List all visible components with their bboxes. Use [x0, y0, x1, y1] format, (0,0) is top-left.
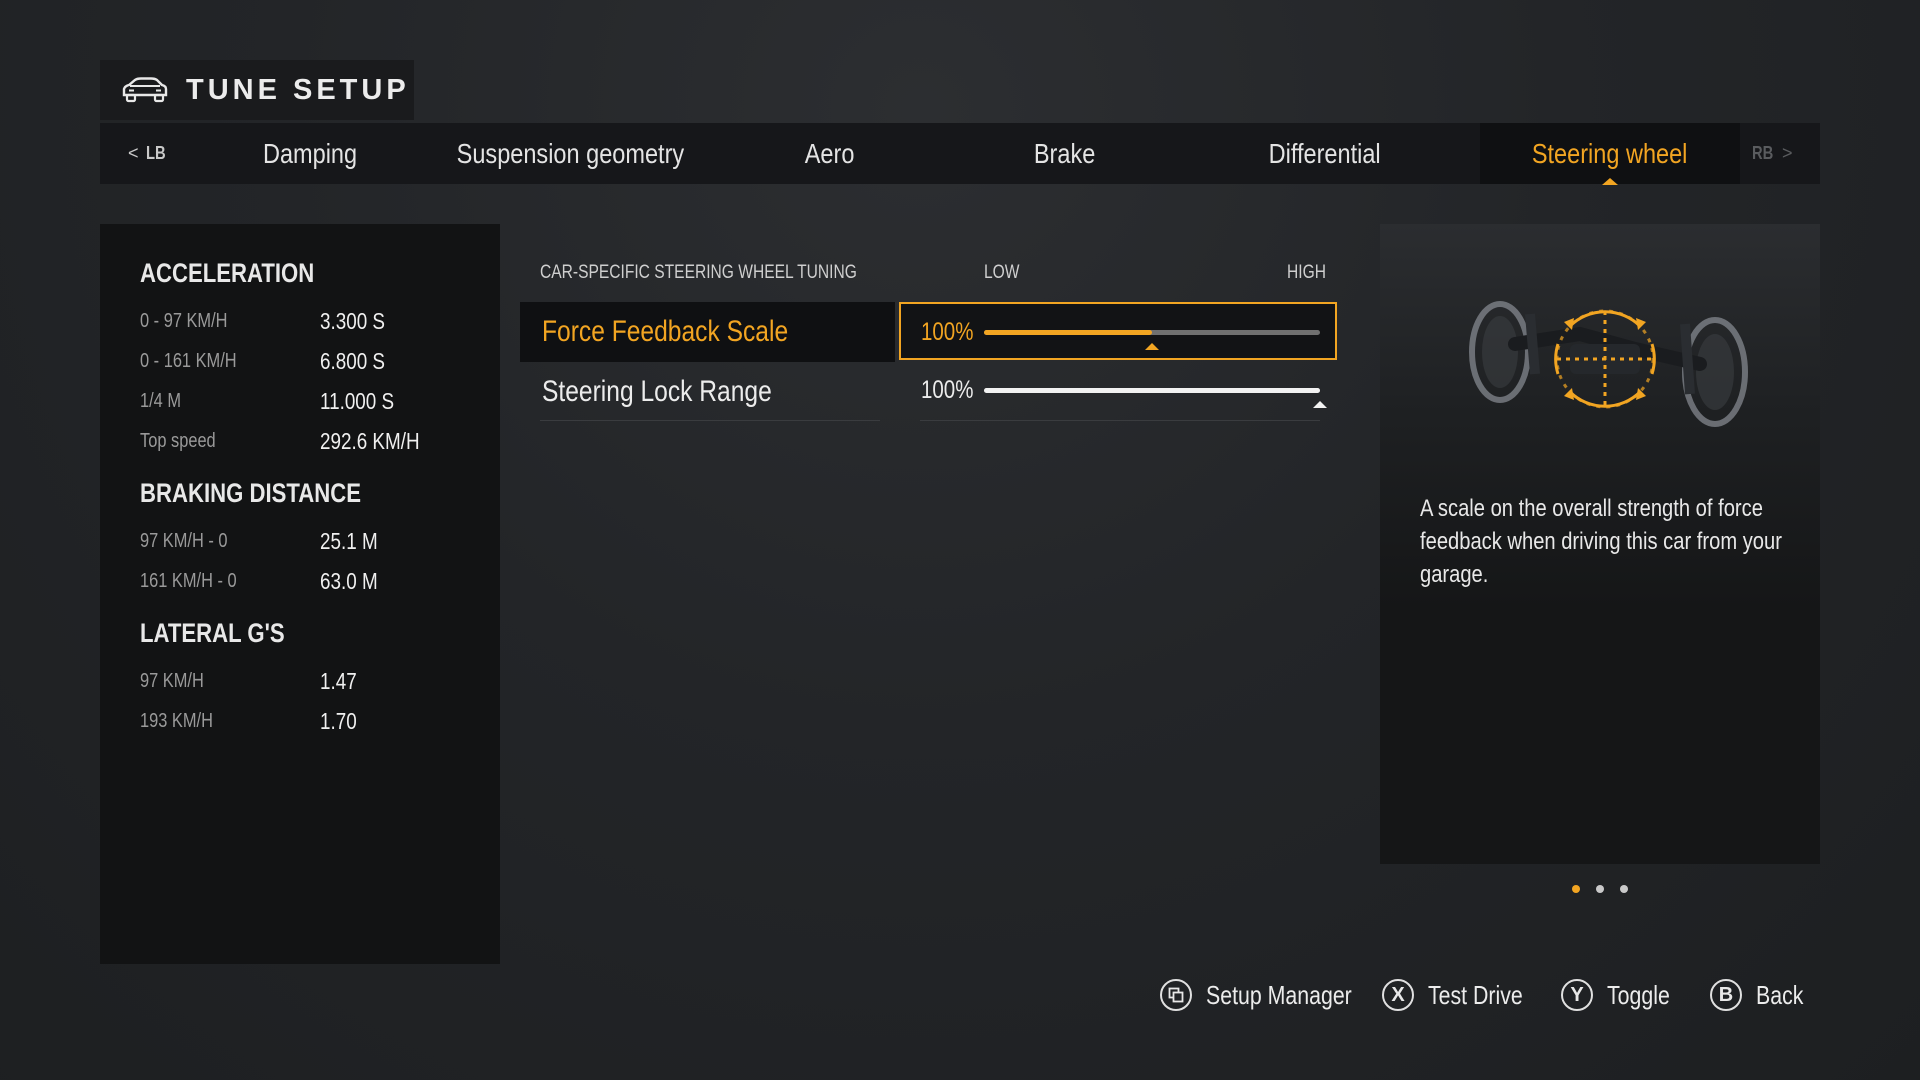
tab-brake[interactable]: Brake — [935, 123, 1195, 184]
page-title: TUNE SETUP — [186, 73, 410, 106]
tab-label: Brake — [1034, 137, 1096, 169]
stat-label: 161 KM/H - 0 — [140, 570, 237, 592]
setting-description: A scale on the overall strength of force… — [1420, 495, 1782, 588]
setting-label: Force Feedback Scale — [542, 315, 789, 348]
braking-distance-title: BRAKING DISTANCE — [140, 478, 361, 508]
row-divider — [540, 420, 880, 421]
force-feedback-slider-box[interactable]: 100% — [899, 302, 1337, 360]
stat-label: 1/4 M — [140, 390, 182, 412]
chevron-left-icon: < — [128, 143, 139, 163]
stat-value: 25.1 M — [320, 528, 378, 554]
y-button-icon: Y — [1561, 979, 1593, 1011]
stat-value: 6.800 S — [320, 348, 386, 374]
high-label: HIGH — [1287, 262, 1326, 283]
slider-fill — [984, 330, 1152, 335]
tab-label: Damping — [262, 137, 358, 169]
performance-stats-panel: ACCELERATION 0 - 97 KM/H 3.300 S 0 - 161… — [100, 224, 500, 964]
tab-suspension-geometry[interactable]: Suspension geometry — [415, 123, 725, 184]
x-button-icon: X — [1382, 979, 1414, 1011]
slider-fill — [984, 388, 1320, 393]
tab-label: Steering wheel — [1532, 137, 1688, 169]
tab-aero[interactable]: Aero — [725, 123, 935, 184]
tab-damping[interactable]: Damping — [205, 123, 415, 184]
stat-label: Top speed — [140, 430, 216, 452]
button-label: Test Drive — [1428, 979, 1523, 1010]
low-label: LOW — [984, 262, 1020, 283]
tab-label: Suspension geometry — [456, 137, 684, 169]
back-button[interactable]: B Back — [1710, 975, 1814, 1015]
rb-label: RB — [1752, 143, 1774, 163]
tuning-section-title: CAR-SPECIFIC STEERING WHEEL TUNING — [540, 262, 857, 283]
force-feedback-scale-row[interactable]: Force Feedback Scale — [520, 302, 895, 362]
stat-value: 3.300 S — [320, 308, 386, 334]
stat-value: 63.0 M — [320, 568, 378, 594]
stat-label: 0 - 97 KM/H — [140, 310, 228, 332]
tab-label: Differential — [1268, 137, 1381, 169]
info-panel: A scale on the overall strength of force… — [1380, 224, 1820, 864]
page-indicator-dot — [1596, 885, 1604, 893]
tab-label: Aero — [805, 137, 855, 169]
steering-lock-slider-box[interactable]: 100% — [901, 362, 1337, 420]
steering-lock-range-row[interactable]: Steering Lock Range — [520, 362, 880, 420]
tab-differential[interactable]: Differential — [1195, 123, 1455, 184]
slider-marker[interactable] — [1145, 343, 1159, 350]
lb-label: LB — [145, 143, 166, 163]
stat-label: 97 KM/H - 0 — [140, 530, 228, 552]
steering-suspension-illustration — [1469, 301, 1748, 427]
b-button-icon: B — [1710, 979, 1742, 1011]
stat-value: 1.70 — [320, 708, 357, 734]
car-icon — [122, 77, 168, 103]
setting-label: Steering Lock Range — [542, 375, 772, 408]
page-indicator-dot-active — [1572, 885, 1580, 893]
prev-tab-bumper[interactable]: < LB — [128, 123, 170, 184]
stat-value: 1.47 — [320, 668, 357, 694]
test-drive-button[interactable]: X Test Drive — [1382, 975, 1544, 1015]
stat-value: 11.000 S — [320, 388, 395, 414]
page-title-box: TUNE SETUP — [100, 60, 414, 120]
acceleration-title: ACCELERATION — [140, 258, 315, 288]
slider-value: 100% — [921, 318, 974, 346]
toggle-button[interactable]: Y Toggle — [1561, 975, 1684, 1015]
button-label: Setup Manager — [1206, 979, 1352, 1010]
next-tab-bumper[interactable]: RB > — [1752, 123, 1793, 184]
tab-bar: < LB Damping Suspension geometry Aero Br… — [100, 123, 1820, 185]
stat-label: 97 KM/H — [140, 670, 204, 692]
page-indicator-dot — [1620, 885, 1628, 893]
tab-steering-wheel[interactable]: Steering wheel — [1480, 123, 1740, 185]
setup-manager-icon — [1160, 979, 1192, 1011]
stat-label: 193 KM/H — [140, 710, 213, 732]
row-divider — [920, 420, 1320, 421]
lateral-gs-title: LATERAL G'S — [140, 618, 285, 648]
slider-marker[interactable] — [1313, 401, 1327, 408]
setup-manager-button[interactable]: Setup Manager — [1160, 975, 1384, 1015]
button-label: Toggle — [1607, 979, 1670, 1010]
button-label: Back — [1756, 979, 1804, 1010]
stat-value: 292.6 KM/H — [320, 428, 420, 454]
slider-value: 100% — [921, 376, 974, 404]
chevron-right-icon: > — [1782, 143, 1793, 163]
stat-label: 0 - 161 KM/H — [140, 350, 237, 372]
